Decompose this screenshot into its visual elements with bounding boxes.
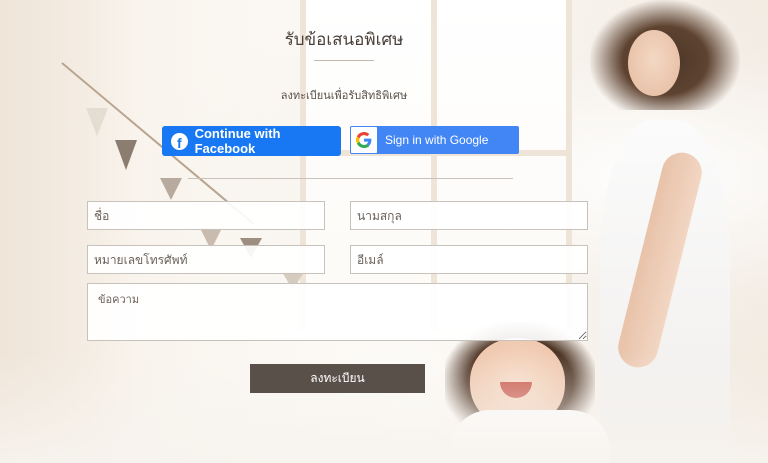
facebook-login-button[interactable]: f Continue with Facebook	[162, 126, 341, 156]
section-divider	[188, 178, 513, 179]
phone-input[interactable]	[87, 245, 325, 274]
background-photo	[0, 0, 768, 463]
bunting-pennant	[86, 108, 108, 136]
page-title: รับข้อเสนอพิเศษ	[284, 30, 404, 50]
google-icon	[351, 127, 377, 153]
first-name-input[interactable]	[87, 201, 325, 230]
message-textarea[interactable]	[87, 283, 588, 341]
google-signin-label: Sign in with Google	[385, 133, 489, 147]
bunting-pennant	[160, 178, 182, 200]
title-divider	[314, 60, 374, 61]
page-subtitle: ลงทะเบียนเพื่อรับสิทธิพิเศษ	[280, 89, 408, 102]
facebook-login-label: Continue with Facebook	[194, 126, 281, 156]
facebook-icon: f	[171, 132, 188, 150]
google-signin-button[interactable]: Sign in with Google	[350, 126, 519, 154]
bunting-pennant	[115, 140, 137, 170]
email-input[interactable]	[350, 245, 588, 274]
register-button[interactable]: ลงทะเบียน	[250, 364, 425, 393]
last-name-input[interactable]	[350, 201, 588, 230]
